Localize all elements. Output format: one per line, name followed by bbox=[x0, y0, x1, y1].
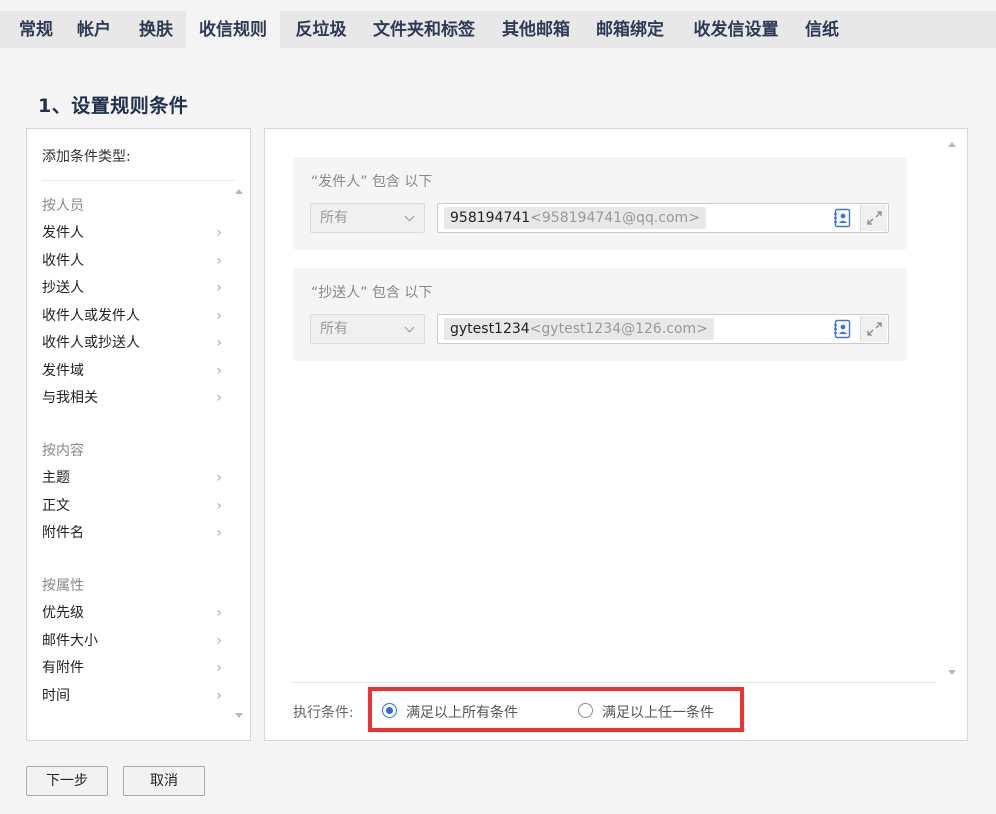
radio-label: 满足以上所有条件 bbox=[406, 705, 518, 721]
scroll-up-icon[interactable] bbox=[235, 189, 243, 194]
condition-item-label: 邮件大小 bbox=[42, 633, 98, 649]
rule-condition-cc: “抄送人” 包含 以下 所有 gytest1234<gytest1234@126… bbox=[293, 268, 907, 361]
condition-item-cc[interactable]: 抄送人 › bbox=[42, 276, 222, 300]
chevron-right-icon: › bbox=[216, 253, 222, 269]
rule-condition-label: “发件人” 包含 以下 bbox=[311, 174, 433, 190]
chevron-right-icon: › bbox=[216, 280, 222, 296]
rule-condition-sender: “发件人” 包含 以下 所有 958194741<958194741@qq.co… bbox=[293, 157, 907, 250]
select-value: 所有 bbox=[320, 321, 348, 337]
condition-item-related-to-me[interactable]: 与我相关 › bbox=[42, 386, 222, 410]
section-title: 1、设置规则条件 bbox=[38, 95, 189, 117]
scroll-down-icon[interactable] bbox=[235, 713, 243, 718]
tab-account[interactable]: 帐户 bbox=[72, 11, 116, 48]
chevron-right-icon: › bbox=[216, 660, 222, 676]
scroll-down-icon[interactable] bbox=[948, 670, 956, 675]
chevron-right-icon: › bbox=[216, 363, 222, 379]
tab-other-mailboxes[interactable]: 其他邮箱 bbox=[496, 11, 576, 48]
group-title-content: 按内容 bbox=[42, 443, 84, 459]
condition-list-scrollbar[interactable] bbox=[232, 181, 246, 726]
rules-scrollbar[interactable] bbox=[945, 137, 959, 677]
group-title-attributes: 按属性 bbox=[42, 578, 84, 594]
condition-item-label: 优先级 bbox=[42, 605, 84, 621]
tab-receive-rules[interactable]: 收信规则 bbox=[186, 11, 280, 48]
radio-label: 满足以上任一条件 bbox=[602, 705, 714, 721]
tab-anti-spam[interactable]: 反垃圾 bbox=[288, 11, 354, 48]
cancel-button[interactable]: 取消 bbox=[123, 766, 205, 796]
condition-item-time[interactable]: 时间 › bbox=[42, 684, 222, 708]
contact-book-icon[interactable] bbox=[834, 208, 852, 228]
expand-icon bbox=[867, 211, 882, 225]
condition-type-panel: 添加条件类型: 按人员 发件人 › 收件人 › 抄送人 › 收件人或发件人 › 收件人或… bbox=[26, 128, 251, 741]
chevron-right-icon: › bbox=[216, 390, 222, 406]
address-input[interactable]: 958194741<958194741@qq.com> bbox=[437, 203, 889, 233]
condition-item-label: 收件人 bbox=[42, 253, 84, 269]
condition-item-recipient[interactable]: 收件人 › bbox=[42, 249, 222, 273]
condition-item-label: 发件域 bbox=[42, 363, 84, 379]
expand-button[interactable] bbox=[860, 316, 887, 342]
tab-folders-and-labels[interactable]: 文件夹和标签 bbox=[366, 11, 482, 48]
condition-item-label: 抄送人 bbox=[42, 280, 84, 296]
expand-icon bbox=[867, 322, 882, 336]
settings-tab-bar: 常规 帐户 换肤 收信规则 反垃圾 文件夹和标签 其他邮箱 邮箱绑定 收发信设置… bbox=[0, 11, 996, 48]
condition-item-sender-domain[interactable]: 发件域 › bbox=[42, 359, 222, 383]
condition-item-label: 收件人或抄送人 bbox=[42, 335, 140, 351]
condition-item-recipient-or-cc[interactable]: 收件人或抄送人 › bbox=[42, 331, 222, 355]
chevron-down-icon bbox=[404, 322, 415, 333]
tab-send-receive-settings[interactable]: 收发信设置 bbox=[686, 11, 786, 48]
select-value: 所有 bbox=[320, 210, 348, 226]
match-scope-select[interactable]: 所有 bbox=[310, 314, 425, 344]
condition-item-label: 收件人或发件人 bbox=[42, 308, 140, 324]
chevron-right-icon: › bbox=[216, 335, 222, 351]
condition-type-heading: 添加条件类型: bbox=[42, 149, 131, 165]
condition-item-body[interactable]: 正文 › bbox=[42, 494, 222, 518]
condition-item-label: 发件人 bbox=[42, 225, 84, 241]
chevron-right-icon: › bbox=[216, 470, 222, 486]
chevron-right-icon: › bbox=[216, 633, 222, 649]
condition-item-label: 时间 bbox=[42, 688, 70, 704]
chevron-right-icon: › bbox=[216, 498, 222, 514]
scroll-up-icon[interactable] bbox=[948, 142, 956, 147]
radio-unselected-icon bbox=[578, 703, 593, 718]
rule-conditions-panel: “发件人” 包含 以下 所有 958194741<958194741@qq.co… bbox=[264, 128, 968, 741]
address-input[interactable]: gytest1234<gytest1234@126.com> bbox=[437, 314, 889, 344]
chevron-right-icon: › bbox=[216, 688, 222, 704]
chevron-right-icon: › bbox=[216, 605, 222, 621]
tab-general[interactable]: 常规 bbox=[10, 11, 62, 48]
condition-type-list: 按人员 发件人 › 收件人 › 抄送人 › 收件人或发件人 › 收件人或抄送人 › 发件域… bbox=[27, 181, 232, 726]
tab-stationery[interactable]: 信纸 bbox=[800, 11, 844, 48]
condition-item-subject[interactable]: 主题 › bbox=[42, 466, 222, 490]
condition-item-mail-size[interactable]: 邮件大小 › bbox=[42, 629, 222, 653]
condition-item-attachment-name[interactable]: 附件名 › bbox=[42, 521, 222, 545]
divider bbox=[293, 682, 937, 683]
contact-book-icon[interactable] bbox=[834, 319, 852, 339]
condition-item-sender[interactable]: 发件人 › bbox=[42, 221, 222, 245]
group-title-people: 按人员 bbox=[42, 198, 84, 214]
chip-email: <gytest1234@126.com> bbox=[529, 321, 708, 337]
chip-email: <958194741@qq.com> bbox=[530, 210, 700, 226]
radio-selected-icon bbox=[382, 703, 397, 718]
condition-item-has-attachment[interactable]: 有附件 › bbox=[42, 656, 222, 680]
tab-mailbox-binding[interactable]: 邮箱绑定 bbox=[590, 11, 670, 48]
condition-item-label: 正文 bbox=[42, 498, 70, 514]
match-scope-select[interactable]: 所有 bbox=[310, 203, 425, 233]
address-chip[interactable]: 958194741<958194741@qq.com> bbox=[444, 207, 706, 229]
condition-item-priority[interactable]: 优先级 › bbox=[42, 601, 222, 625]
condition-item-label: 与我相关 bbox=[42, 390, 98, 406]
chevron-right-icon: › bbox=[216, 225, 222, 241]
chip-name: gytest1234 bbox=[450, 321, 530, 337]
tab-skin[interactable]: 换肤 bbox=[130, 11, 182, 48]
chevron-down-icon bbox=[404, 211, 415, 222]
condition-item-label: 有附件 bbox=[42, 660, 84, 676]
condition-item-recipient-or-sender[interactable]: 收件人或发件人 › bbox=[42, 304, 222, 328]
condition-item-label: 附件名 bbox=[42, 525, 84, 541]
execution-condition-label: 执行条件: bbox=[293, 705, 354, 721]
chevron-right-icon: › bbox=[216, 308, 222, 324]
next-step-button[interactable]: 下一步 bbox=[26, 766, 108, 796]
chevron-right-icon: › bbox=[216, 525, 222, 541]
chip-name: 958194741 bbox=[450, 210, 531, 226]
rule-condition-label: “抄送人” 包含 以下 bbox=[311, 285, 433, 301]
condition-item-label: 主题 bbox=[42, 470, 70, 486]
address-chip[interactable]: gytest1234<gytest1234@126.com> bbox=[444, 318, 714, 340]
expand-button[interactable] bbox=[860, 205, 887, 231]
